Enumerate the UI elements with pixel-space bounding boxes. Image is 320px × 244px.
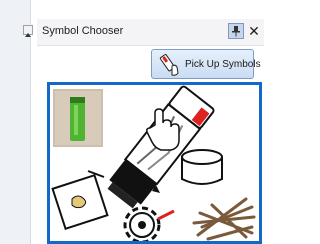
pin-icon: [232, 26, 240, 37]
symbol-chooser-panel: Symbol Chooser ✕ Pick Up Symbols: [37, 19, 264, 244]
glue-stick-hand-icon: [159, 54, 179, 76]
paper-icon: [51, 170, 109, 231]
close-button[interactable]: ✕: [247, 23, 261, 39]
collapse-arrow-icon: [25, 33, 31, 37]
sticks-icon: [192, 197, 256, 241]
panel-title: Symbol Chooser: [42, 25, 124, 37]
pick-up-symbols-label: Pick Up Symbols: [185, 59, 261, 70]
panel-title-bar: Symbol Chooser ✕: [37, 19, 264, 46]
pick-up-symbols-button[interactable]: Pick Up Symbols: [151, 49, 261, 79]
symbol-preview: [47, 82, 262, 244]
pin-button[interactable]: [228, 23, 244, 39]
symbol-picture: [51, 85, 256, 241]
collapse-button[interactable]: [23, 25, 33, 37]
gear-icon: [123, 206, 175, 241]
bowl-icon: [181, 149, 223, 185]
glue-stick-photo: [53, 89, 103, 147]
